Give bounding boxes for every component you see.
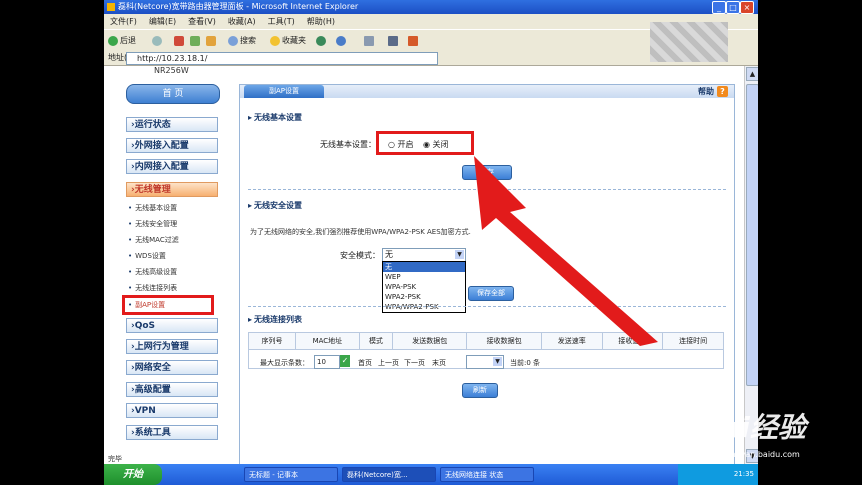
print-button[interactable] [388,34,400,47]
sidebar-item-tools[interactable]: ›系统工具 [126,425,218,440]
media-button[interactable] [316,34,328,47]
max-rows-input[interactable]: 10 [314,355,340,369]
sidebar-subitem-advanced[interactable]: 无线高级设置 [128,267,177,278]
maximize-button[interactable]: □ [726,1,740,14]
status-bar: 完毕 [108,455,122,463]
section-title-security: 无线安全设置 [248,200,302,211]
task-wireless-status[interactable]: 无线网络连接 状态 [440,467,534,482]
clock: 21:35 [733,470,754,478]
col-header: 序列号 [248,332,296,350]
star-icon [270,35,280,46]
stop-icon [174,35,184,46]
sidebar-subitem-basic[interactable]: 无线基本设置 [128,203,177,214]
start-button[interactable]: 开始 [104,464,162,485]
ie-icon [107,3,115,11]
window-title: 磊科(Netcore)宽带路由器管理面板 - Microsoft Interne… [118,2,359,11]
col-header: 模式 [358,332,394,350]
sidebar-item-wan[interactable]: ›外网接入配置 [126,138,218,153]
sidebar-item-lan[interactable]: ›内网接入配置 [126,159,218,174]
section-title-connections: 无线连接列表 [248,314,302,325]
wireless-basic-label: 无线基本设置： [320,140,376,149]
taskbar: 开始 无标题 - 记事本 磊科(Netcore)宽... 无线网络连接 状态 2… [104,464,758,485]
task-notepad[interactable]: 无标题 - 记事本 [244,467,338,482]
sidebar-subitem-mac-filter[interactable]: 无线MAC过滤 [128,235,179,246]
refresh-button[interactable] [190,34,202,47]
baidu-logo: Bai经验 [700,411,806,444]
help-icon: ? [717,86,728,97]
help-link[interactable]: 帮助? [698,86,728,97]
favorites-button[interactable]: 收藏夹 [270,34,306,47]
edit-button[interactable] [408,34,420,47]
pager-last[interactable]: 末页 [432,358,446,368]
sidebar-subitem-security[interactable]: 无线安全管理 [128,219,177,230]
sidebar-subitem-wds[interactable]: WDS设置 [128,251,166,262]
mail-button[interactable] [364,34,376,47]
sidebar-home-button[interactable]: 首 页 [126,84,220,104]
window-titlebar: 磊科(Netcore)宽带路由器管理面板 - Microsoft Interne… [104,0,758,14]
menu-view[interactable]: 查看(V) [182,14,222,29]
section-title-basic: 无线基本设置 [248,112,302,123]
address-input[interactable]: http://10.23.18.1/ [126,52,438,65]
security-note: 为了无线网络的安全,我们强烈推荐使用WPA/WPA2-PSK AES加密方式. [250,228,471,236]
edit-icon [408,35,418,46]
scroll-up-icon[interactable]: ▲ [746,67,758,81]
minimize-button[interactable]: _ [712,1,726,14]
pager-first[interactable]: 首页 [358,358,372,368]
sidebar-item-qos[interactable]: ›QoS [126,318,218,333]
task-router-admin[interactable]: 磊科(Netcore)宽... [342,467,436,482]
col-header: 连接时间 [662,332,724,350]
history-icon [336,35,346,46]
back-arrow-icon [108,35,118,46]
tab-sub-ap[interactable]: 副AP设置 [244,85,324,98]
scroll-thumb[interactable] [746,84,758,386]
watermark-url: jingyan.baidu.com [726,450,800,459]
menu-help[interactable]: 帮助(H) [301,14,341,29]
search-icon [228,35,238,46]
home-icon [206,35,216,46]
forward-arrow-icon [152,35,162,46]
current-count: 当前:0 条 [510,359,541,367]
forward-button[interactable] [152,34,164,47]
panel-header: 副AP设置 帮助? [240,85,734,98]
chevron-down-icon: ▼ [493,357,502,366]
sidebar-item-vpn[interactable]: ›VPN [126,403,218,418]
search-button[interactable]: 搜索 [228,34,256,47]
home-button[interactable] [206,34,218,47]
mail-icon [364,35,374,46]
red-arrow-annotation [474,156,658,346]
page-content: NR256W 首 页 ›运行状态 ›外网接入配置 ›内网接入配置 ›无线管理 无… [104,66,744,466]
menu-tools[interactable]: 工具(T) [262,14,301,29]
menu-file[interactable]: 文件(F) [104,14,143,29]
blurred-region [650,22,728,62]
check-icon[interactable]: ✓ [340,355,350,367]
sidebar-item-wireless[interactable]: ›无线管理 [126,182,218,197]
refresh-button[interactable]: 刷新 [462,383,498,398]
print-icon [388,35,398,46]
stop-button[interactable] [174,34,186,47]
close-button[interactable]: × [740,1,754,14]
pager-prev[interactable]: 上一页 [378,358,399,368]
menu-edit[interactable]: 编辑(E) [143,14,182,29]
media-icon [316,35,326,46]
highlight-box-radio [376,131,474,155]
menu-favorites[interactable]: 收藏(A) [222,14,262,29]
pager-next[interactable]: 下一页 [404,358,425,368]
desktop-screen: 磊科(Netcore)宽带路由器管理面板 - Microsoft Interne… [104,0,758,485]
sidebar-item-behavior[interactable]: ›上网行为管理 [126,339,218,354]
col-header: MAC地址 [294,332,360,350]
security-mode-label: 安全模式： [340,251,380,260]
back-button[interactable]: 后退 [108,34,136,47]
refresh-icon [190,35,200,46]
sidebar-item-security[interactable]: ›网络安全 [126,360,218,375]
max-rows-label: 最大显示条数： [260,359,309,367]
sidebar-item-status[interactable]: ›运行状态 [126,117,218,132]
page-select[interactable]: ▼ [466,355,504,369]
highlight-box-sub-ap [122,295,214,315]
router-model-label: NR256W [154,66,189,75]
history-button[interactable] [336,34,348,47]
sidebar-subitem-client-list[interactable]: 无线连接列表 [128,283,177,294]
baidu-watermark: Bai经验 jingyan.baidu.com [700,398,860,468]
sidebar-item-advanced[interactable]: ›高级配置 [126,382,218,397]
